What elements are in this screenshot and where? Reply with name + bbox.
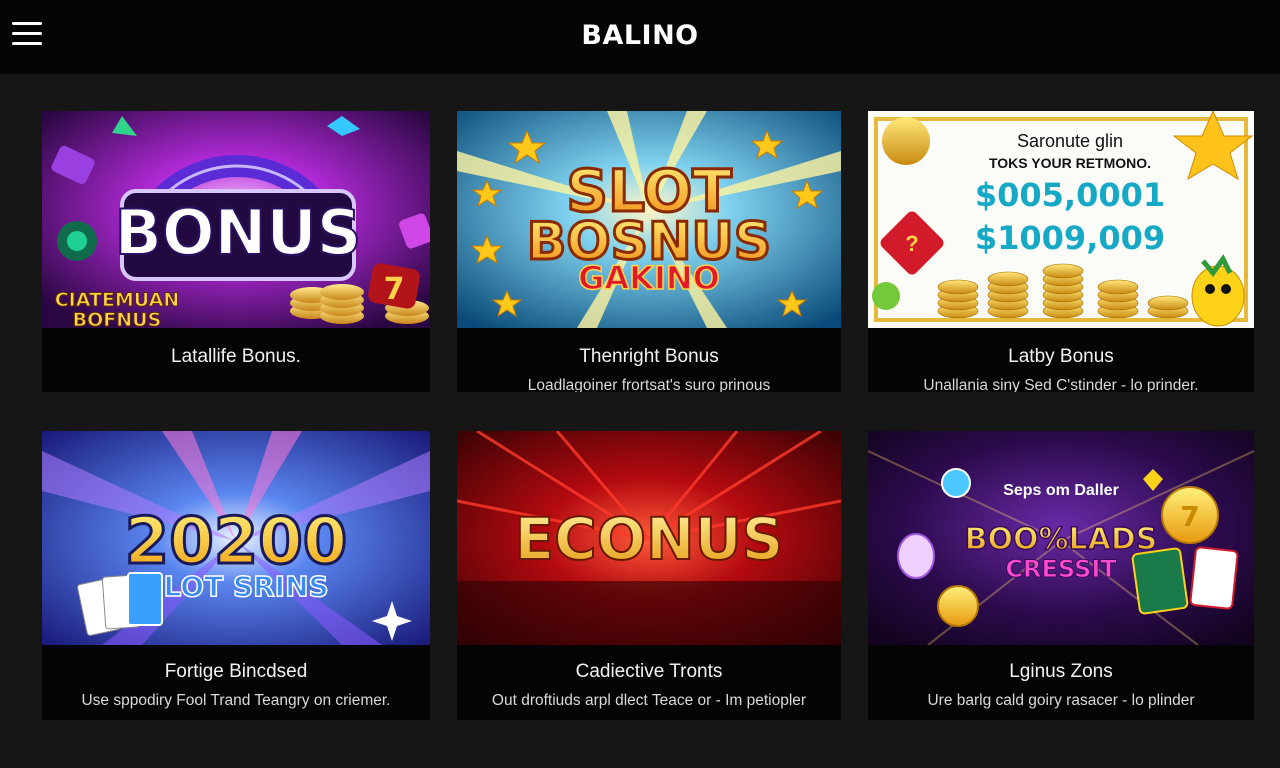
promo-card-description: Out droftiuds arpl dlect Teace or - Im p… <box>491 692 807 709</box>
svg-text:BOO%LADS: BOO%LADS <box>965 522 1158 557</box>
promo-banner-image: ECONUS <box>457 431 841 645</box>
svg-text:$005,0001: $005,0001 <box>975 176 1165 214</box>
promo-card-title: Cadiective Tronts <box>575 661 723 682</box>
top-navigation-bar: BALINO <box>0 0 1280 74</box>
promo-card-title: Thenright Bonus <box>579 346 719 367</box>
svg-text:$1009,009: $1009,009 <box>975 219 1165 257</box>
promo-card-description: Loadlagoiner frortsat's suro prinous <box>527 377 771 392</box>
promo-card-title: Lginus Zons <box>1009 661 1113 682</box>
svg-text:CRESSIT: CRESSIT <box>1005 555 1117 583</box>
svg-text:ECONUS: ECONUS <box>515 505 784 573</box>
promo-card-description: Unallania siny Sed C'stinder - lo prinde… <box>923 377 1199 392</box>
svg-text:?: ? <box>905 231 918 256</box>
promo-banner-image: BONUS 7 CIATEMUAN BOFNUS <box>42 111 430 328</box>
promo-card-title: Latallife Bonus. <box>171 346 301 367</box>
promo-banner-image: 20200 SLOT SRINS <box>42 431 430 645</box>
brand-logo[interactable]: BALINO <box>0 20 1280 51</box>
promo-card-title: Latby Bonus <box>1008 346 1114 367</box>
svg-text:7: 7 <box>1180 500 1199 533</box>
promo-banner-image: 7 Seps om Daller BOO%LADS CRESSIT <box>868 431 1254 645</box>
promo-card-description: Use sppodiry Fool Trand Teangry on criem… <box>81 692 391 709</box>
promo-card-5[interactable]: ECONUS Cadiective Tronts Out droftiuds a… <box>457 431 841 720</box>
svg-text:20200: 20200 <box>125 505 348 579</box>
promo-card-3[interactable]: Saronute glin TOKS YOUR RETMONO. $005,00… <box>868 111 1254 392</box>
svg-text:CIATEMUAN: CIATEMUAN <box>55 289 180 311</box>
svg-text:GAKINO: GAKINO <box>578 259 720 297</box>
promo-card-2[interactable]: SLOT BOSNUS GAKINO Thenright Bonus Loadl… <box>457 111 841 392</box>
promo-banner-image: Saronute glin TOKS YOUR RETMONO. $005,00… <box>868 111 1254 328</box>
svg-text:BOFNUS: BOFNUS <box>73 309 162 328</box>
promo-card-4[interactable]: 20200 SLOT SRINS Fortige Bincdsed Use sp… <box>42 431 430 720</box>
svg-text:SLOT SRINS: SLOT SRINS <box>143 570 328 603</box>
svg-text:Saronute glin: Saronute glin <box>1017 131 1123 151</box>
svg-text:7: 7 <box>384 272 405 307</box>
svg-text:Seps om Daller: Seps om Daller <box>1003 482 1119 499</box>
promo-card-6[interactable]: 7 Seps om Daller BOO%LADS CRESSIT Lginus… <box>868 431 1254 720</box>
svg-text:TOKS YOUR RETMONO.: TOKS YOUR RETMONO. <box>989 155 1151 171</box>
promo-card-description: Ure barlg cald goiry rasacer - lo plinde… <box>927 692 1195 709</box>
promo-banner-image: SLOT BOSNUS GAKINO <box>457 111 841 328</box>
promo-card-title: Fortige Bincdsed <box>164 661 308 682</box>
promo-card-1[interactable]: BONUS 7 CIATEMUAN BOFNUS Latallife Bonus… <box>42 111 430 392</box>
banner-headline: BONUS <box>115 196 362 269</box>
